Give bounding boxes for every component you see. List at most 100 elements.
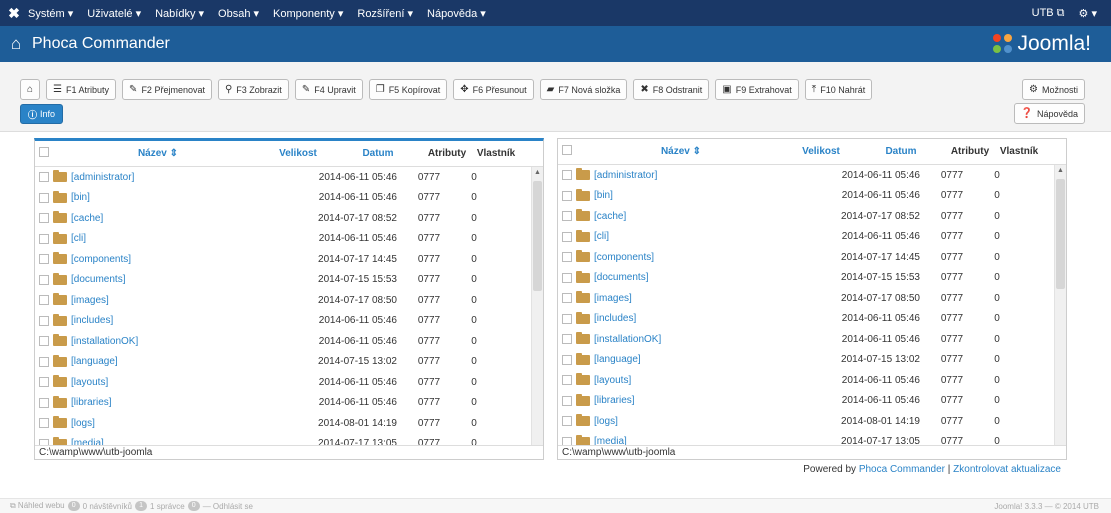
row-checkbox[interactable] — [39, 274, 49, 285]
row-checkbox[interactable] — [562, 252, 572, 263]
table-row[interactable]: [bin] 2014-06-11 05:46 0777 0 — [35, 188, 531, 209]
table-row[interactable]: [components] 2014-07-17 14:45 0777 0 — [35, 249, 531, 270]
toolbar-button[interactable]: ✖ F8 Odstranit — [633, 79, 710, 100]
folder-name[interactable]: [layouts] — [592, 375, 824, 386]
joomla-logo-icon[interactable]: ✖ — [0, 5, 28, 22]
scrollbar[interactable]: ▲ ▼ — [1054, 165, 1066, 455]
toolbar-button[interactable]: ❐ F5 Kopírovat — [368, 79, 448, 100]
toolbar-button[interactable]: ⚲ F3 Zobrazit — [217, 79, 289, 100]
menu-item[interactable]: Systém ▾ — [28, 7, 73, 20]
column-name[interactable]: Název ⇕ — [53, 148, 263, 159]
scroll-thumb[interactable] — [533, 181, 542, 291]
column-size[interactable]: Velikost — [263, 148, 333, 159]
row-checkbox[interactable] — [562, 231, 572, 242]
folder-name[interactable]: [administrator] — [592, 170, 824, 181]
help-button[interactable]: ❓ Nápověda — [1013, 103, 1085, 124]
toolbar-button[interactable]: ✎ F4 Upravit — [294, 79, 363, 100]
table-row[interactable]: [includes] 2014-06-11 05:46 0777 0 — [35, 311, 531, 332]
settings-gear-icon[interactable]: ⚙ ▾ — [1079, 7, 1097, 20]
scroll-thumb[interactable] — [1056, 179, 1065, 289]
folder-name[interactable]: [libraries] — [592, 395, 824, 406]
row-checkbox[interactable] — [39, 192, 49, 203]
table-row[interactable]: [libraries] 2014-06-11 05:46 0777 0 — [35, 393, 531, 414]
toolbar-button[interactable]: ✎ F2 Přejmenovat — [122, 79, 212, 100]
row-checkbox[interactable] — [562, 375, 572, 386]
folder-name[interactable]: [components] — [592, 252, 824, 263]
column-date[interactable]: Datum — [333, 148, 423, 159]
folder-name[interactable]: [logs] — [69, 418, 301, 429]
row-checkbox[interactable] — [562, 211, 572, 222]
folder-name[interactable]: [includes] — [69, 315, 301, 326]
menu-item[interactable]: Obsah ▾ — [218, 7, 259, 20]
toolbar-button[interactable]: ▰ F7 Nová složka — [539, 79, 628, 100]
table-row[interactable]: [documents] 2014-07-15 15:53 0777 0 — [35, 270, 531, 291]
table-row[interactable]: [language] 2014-07-15 13:02 0777 0 — [35, 352, 531, 373]
row-checkbox[interactable] — [562, 272, 572, 283]
select-all-checkbox[interactable] — [39, 147, 49, 157]
menu-item[interactable]: Komponenty ▾ — [273, 7, 343, 20]
folder-name[interactable]: [layouts] — [69, 377, 301, 388]
folder-name[interactable]: [documents] — [69, 274, 301, 285]
options-button[interactable]: ⚙ Možnosti — [1022, 79, 1085, 100]
table-row[interactable]: [logs] 2014-08-01 14:19 0777 0 — [35, 413, 531, 434]
folder-name[interactable]: [installationOK] — [592, 334, 824, 345]
folder-name[interactable]: [administrator] — [69, 172, 301, 183]
folder-name[interactable]: [cache] — [592, 211, 824, 222]
folder-name[interactable]: [language] — [69, 356, 301, 367]
logout-link[interactable]: — Odhlásit se — [203, 502, 253, 511]
info-button[interactable]: ⓘ Info — [20, 104, 64, 124]
folder-name[interactable]: [images] — [69, 295, 301, 306]
folder-name[interactable]: [logs] — [592, 416, 824, 427]
row-checkbox[interactable] — [39, 254, 49, 265]
table-row[interactable]: [cache] 2014-07-17 08:52 0777 0 — [35, 208, 531, 229]
row-checkbox[interactable] — [39, 213, 49, 224]
folder-name[interactable]: [installationOK] — [69, 336, 301, 347]
menu-item[interactable]: Nabídky ▾ — [155, 7, 204, 20]
row-checkbox[interactable] — [562, 293, 572, 304]
folder-name[interactable]: [cli] — [69, 233, 301, 244]
folder-name[interactable]: [libraries] — [69, 397, 301, 408]
scroll-up-icon[interactable]: ▲ — [1055, 165, 1066, 177]
table-row[interactable]: [images] 2014-07-17 08:50 0777 0 — [558, 288, 1054, 309]
folder-name[interactable]: [includes] — [592, 313, 824, 324]
row-checkbox[interactable] — [562, 334, 572, 345]
row-checkbox[interactable] — [39, 336, 49, 347]
table-row[interactable]: [includes] 2014-06-11 05:46 0777 0 — [558, 309, 1054, 330]
row-checkbox[interactable] — [39, 172, 49, 183]
toolbar-button[interactable]: ✥ F6 Přesunout — [453, 79, 534, 100]
table-row[interactable]: [bin] 2014-06-11 05:46 0777 0 — [558, 186, 1054, 207]
toolbar-button[interactable]: ☰ F1 Atributy — [46, 79, 117, 100]
table-row[interactable]: [administrator] 2014-06-11 05:46 0777 0 — [558, 165, 1054, 186]
row-checkbox[interactable] — [562, 354, 572, 365]
select-all-checkbox[interactable] — [562, 145, 572, 155]
row-checkbox[interactable] — [39, 418, 49, 429]
table-row[interactable]: [installationOK] 2014-06-11 05:46 0777 0 — [558, 329, 1054, 350]
table-row[interactable]: [components] 2014-07-17 14:45 0777 0 — [558, 247, 1054, 268]
menu-item[interactable]: Uživatelé ▾ — [87, 7, 141, 20]
table-row[interactable]: [administrator] 2014-06-11 05:46 0777 0 — [35, 167, 531, 188]
row-checkbox[interactable] — [562, 416, 572, 427]
folder-name[interactable]: [cache] — [69, 213, 301, 224]
scroll-up-icon[interactable]: ▲ — [532, 167, 543, 179]
row-checkbox[interactable] — [562, 395, 572, 406]
table-row[interactable]: [logs] 2014-08-01 14:19 0777 0 — [558, 411, 1054, 432]
column-name[interactable]: Název ⇕ — [576, 146, 786, 157]
table-row[interactable]: [installationOK] 2014-06-11 05:46 0777 0 — [35, 331, 531, 352]
column-date[interactable]: Datum — [856, 146, 946, 157]
folder-name[interactable]: [images] — [592, 293, 824, 304]
row-checkbox[interactable] — [39, 315, 49, 326]
table-row[interactable]: [libraries] 2014-06-11 05:46 0777 0 — [558, 391, 1054, 412]
user-menu[interactable]: UTB ⧉ — [1032, 7, 1065, 20]
toolbar-button[interactable]: ▣ F9 Extrahovat — [715, 79, 799, 100]
toolbar-button[interactable]: ⤒ F10 Nahrát — [804, 79, 873, 100]
column-size[interactable]: Velikost — [786, 146, 856, 157]
menu-item[interactable]: Rozšíření ▾ — [357, 7, 413, 20]
view-site-link[interactable]: ⧉ Náhled webu — [10, 501, 65, 511]
row-checkbox[interactable] — [562, 190, 572, 201]
row-checkbox[interactable] — [562, 313, 572, 324]
menu-item[interactable]: Nápověda ▾ — [427, 7, 486, 20]
folder-name[interactable]: [language] — [592, 354, 824, 365]
folder-name[interactable]: [documents] — [592, 272, 824, 283]
row-checkbox[interactable] — [39, 295, 49, 306]
row-checkbox[interactable] — [39, 397, 49, 408]
